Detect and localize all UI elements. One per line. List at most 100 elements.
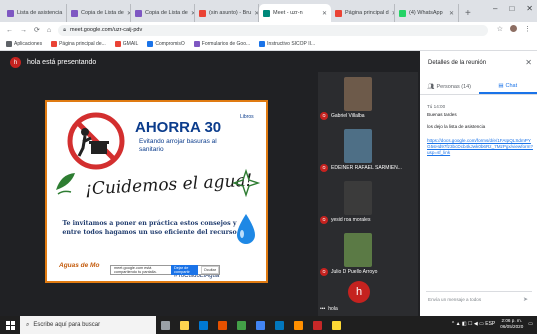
close-window-button[interactable]: ✕ — [526, 4, 533, 13]
bookmark-item[interactable]: CompromisO — [147, 41, 185, 47]
browser-tab[interactable]: Copia de Lista de✕ — [131, 4, 195, 22]
bookmark-icon — [51, 41, 58, 47]
browser-tab[interactable]: (4) WhatsApp ✕ — [395, 4, 459, 22]
taskbar-app-icon[interactable] — [194, 316, 213, 334]
browser-tab[interactable]: Página principal d✕ — [331, 4, 395, 22]
profile-icon[interactable] — [510, 25, 517, 32]
bookmark-label: Página principal de... — [59, 41, 106, 47]
bookmark-icon — [147, 41, 154, 47]
tab-chat-label: Chat — [505, 82, 518, 89]
menu-icon[interactable]: ⋮ — [524, 25, 531, 33]
lock-icon: 🔒︎ — [63, 26, 67, 33]
chat-message: los dejo la lista de asistencia — [427, 124, 486, 129]
sparkle-decoration-icon — [231, 168, 261, 198]
chat-message: Buenas tardes — [427, 112, 457, 117]
clock[interactable]: 2:06 p. m. 06/05/2020 — [500, 318, 523, 330]
browser-tab[interactable]: Meet - uzr-n ✕ — [259, 4, 331, 22]
tab-title: Copia de Lista de — [81, 10, 124, 16]
tab-favicon-icon — [135, 9, 142, 17]
shared-slide: AHORRA 30 Libros Evitando arrojar basura… — [45, 100, 268, 283]
more-options-icon[interactable]: ••• — [320, 306, 325, 312]
slide-brand: Aguas de Mo — [59, 262, 100, 269]
back-icon[interactable]: ← — [6, 27, 13, 34]
slide-subtitle: Evitando arrojar basuras al sanitario — [139, 138, 217, 153]
participant-label: ⦸ yesid roa morales — [320, 216, 370, 224]
bookmark-label: CompromisO — [155, 41, 185, 47]
bookmark-item[interactable]: Página principal de... — [51, 41, 106, 47]
new-tab-button[interactable]: + — [459, 8, 477, 22]
presenter-avatar: h — [10, 57, 21, 68]
browser-tab[interactable]: (sin asunto) - Bru ✕ — [195, 4, 259, 22]
bookmark-item[interactable]: Formularios de Goo... — [193, 41, 251, 47]
notifications-icon[interactable]: ▭ — [528, 321, 533, 327]
participants-column: ⦸ Gabriel Villalba ⦸ EDEINER RAFAEL SARMIEN… — [318, 72, 418, 317]
panel-tabs: 👥︎ Personas (14) ▤ Chat — [420, 79, 537, 95]
taskbar-apps — [156, 316, 346, 334]
browser-toolbar: ← → ⟳ ⌂ 🔒︎ meet.google.com/uzr-caij-pdv … — [0, 22, 537, 38]
tab-favicon-icon — [399, 9, 406, 17]
start-button[interactable] — [0, 316, 20, 334]
taskbar-search[interactable]: ⌕ Escribe aquí para buscar — [20, 316, 156, 334]
close-tab-icon[interactable]: ✕ — [322, 10, 327, 17]
slide-headline: AHORRA 30 — [135, 119, 222, 136]
close-tab-icon[interactable]: ✕ — [449, 10, 454, 17]
participant-tile[interactable]: ⦸ Gabriel Villalba — [318, 74, 418, 134]
tab-favicon-icon — [335, 9, 342, 17]
participant-tile[interactable]: ⦸ EDEINER RAFAEL SARMIEN... — [318, 126, 418, 186]
participant-video — [344, 77, 372, 111]
bookmark-label: GMAIL — [122, 41, 139, 47]
taskbar-app-icon[interactable] — [308, 316, 327, 334]
water-drop-icon — [237, 214, 255, 244]
search-icon: ⌕ — [26, 321, 30, 328]
people-icon: 👥︎ — [427, 83, 435, 90]
tab-favicon-icon — [7, 9, 14, 17]
browser-tab[interactable]: Lista de asistencia✕ — [3, 4, 67, 22]
close-panel-icon[interactable]: ✕ — [525, 58, 532, 67]
taskbar-app-icon[interactable] — [289, 316, 308, 334]
taskbar-app-icon[interactable] — [156, 316, 175, 334]
taskbar-app-icon[interactable] — [232, 316, 251, 334]
tab-title: (4) WhatsApp — [409, 10, 443, 16]
taskbar-search-placeholder: Escribe aquí para buscar — [33, 322, 101, 328]
tab-favicon-icon — [71, 9, 78, 17]
home-icon[interactable]: ⌂ — [47, 27, 51, 34]
mic-off-icon: ⦸ — [320, 268, 328, 276]
participant-tile[interactable]: ⦸ yesid roa morales — [318, 178, 418, 238]
bookmarks-bar: Aplicaciones Página principal de... GMAIL C… — [0, 38, 537, 51]
screen: Lista de asistencia✕Copia de Lista de✕Co… — [0, 0, 537, 334]
stop-sharing-button[interactable]: Dejar de compartir — [170, 265, 198, 275]
bookmark-item[interactable]: Instructivo SICOP II... — [259, 41, 315, 47]
bookmark-item[interactable]: Aplicaciones — [6, 41, 42, 47]
tab-people[interactable]: 👥︎ Personas (14) — [420, 79, 479, 94]
send-icon[interactable]: ➤ — [523, 296, 528, 303]
taskbar-app-icon[interactable] — [251, 316, 270, 334]
browser-tab[interactable]: Copia de Lista de✕ — [67, 4, 131, 22]
taskbar-app-icon[interactable] — [327, 316, 346, 334]
self-avatar: h — [348, 281, 370, 303]
reload-icon[interactable]: ⟳ — [34, 26, 40, 34]
tab-title: Meet - uzr-n — [273, 10, 303, 16]
minimize-button[interactable]: – — [493, 4, 497, 13]
taskbar-app-icon[interactable] — [213, 316, 232, 334]
meeting-details-panel: Detalles de la reunión ✕ 👥︎ Personas (14… — [420, 51, 537, 316]
tab-title: Página principal d — [345, 10, 389, 16]
forward-icon[interactable]: → — [20, 27, 27, 34]
self-name: hola — [328, 306, 338, 312]
bookmark-label: Aplicaciones — [14, 41, 43, 47]
taskbar-app-icon[interactable] — [175, 316, 194, 334]
star-icon[interactable]: ☆ — [497, 25, 503, 33]
taskbar-app-icon[interactable] — [270, 316, 289, 334]
chat-link[interactable]: https://docs.google.com/forms/d/e/1FAIpQ… — [427, 138, 533, 156]
bookmark-label: Formularios de Goo... — [201, 41, 251, 47]
chat-input[interactable]: Envía un mensaje a todos ➤ — [426, 291, 532, 307]
tab-chat[interactable]: ▤ Chat — [478, 79, 537, 94]
toolbar-right: ☆ ⋮ — [497, 25, 531, 33]
tray-icons[interactable]: ^ ▲ ◧ ☐ ◀ ▭ ESP — [452, 321, 495, 327]
hide-notice-button[interactable]: Ocultar — [200, 266, 219, 274]
participant-video — [344, 129, 372, 163]
bookmark-item[interactable]: GMAIL — [114, 41, 139, 47]
address-bar[interactable]: 🔒︎ meet.google.com/uzr-caij-pdv — [58, 24, 489, 36]
bookmark-icon — [114, 41, 121, 47]
maximize-button[interactable]: □ — [509, 4, 514, 13]
mic-off-icon: ⦸ — [320, 112, 328, 120]
